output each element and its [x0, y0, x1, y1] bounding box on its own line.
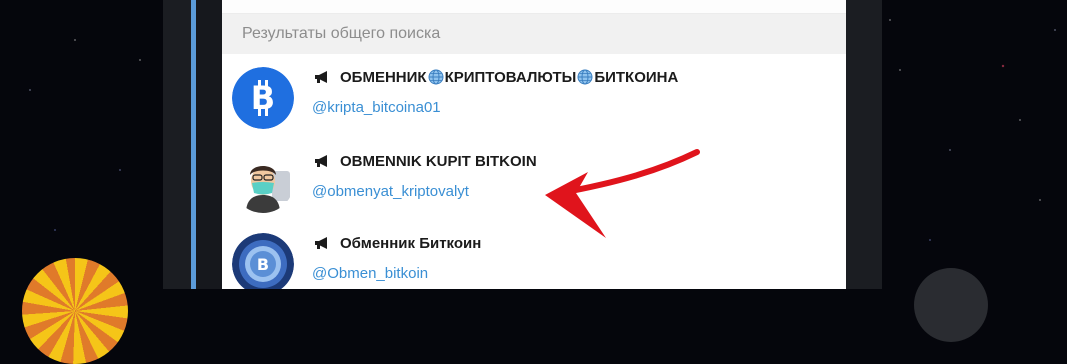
search-result-item[interactable]: B ОБМЕННИК КРИПТОВАЛЮТЫ БИТКОИНА @kripta…: [222, 56, 846, 138]
cartoon-man-avatar: [232, 151, 294, 213]
channel-handle[interactable]: @Obmen_bitkoin: [312, 265, 428, 282]
megaphone-icon: [315, 71, 327, 83]
svg-text:B: B: [251, 79, 275, 117]
svg-text:B: B: [257, 255, 269, 274]
channel-name-part: БИТКОИНА: [594, 68, 679, 86]
channel-name: ОБМЕННИК КРИПТОВАЛЮТЫ БИТКОИНА: [314, 66, 678, 88]
round-button-avatar[interactable]: [914, 268, 988, 342]
megaphone-icon: [315, 155, 327, 167]
sticker-avatar[interactable]: [22, 258, 128, 364]
channel-handle[interactable]: @kripta_bitcoina01: [312, 99, 441, 116]
search-results-panel: Результаты общего поиска B ОБМЕННИК КРИП…: [222, 0, 846, 289]
channel-name-part: ОБМЕННИК: [340, 68, 427, 86]
search-field-bottom: [222, 0, 846, 14]
channel-name-part: OBMENNIK KUPIT BITKOIN: [340, 152, 537, 170]
bitcoin-logo-avatar: B: [232, 67, 294, 129]
globe-icon: [428, 69, 444, 85]
channel-name-part: Обменник Биткоин: [340, 234, 482, 252]
left-gutter: [196, 0, 222, 289]
megaphone-icon: [315, 237, 327, 249]
channel-name: OBMENNIK KUPIT BITKOIN: [314, 150, 537, 172]
channel-name: Обменник Биткоин: [314, 232, 481, 254]
bitcoin-coin-avatar: B: [232, 233, 294, 289]
channel-handle[interactable]: @obmenyat_kriptovalyt: [312, 183, 469, 200]
right-sidebar-edge: [846, 0, 882, 289]
left-sidebar-edge: [163, 0, 191, 289]
global-search-results-header: Результаты общего поиска: [222, 14, 846, 54]
search-result-item[interactable]: B Обменник Биткоин @Obmen_bitkoin: [222, 222, 846, 289]
globe-icon: [577, 69, 593, 85]
channel-name-part: КРИПТОВАЛЮТЫ: [444, 68, 577, 86]
search-result-item[interactable]: OBMENNIK KUPIT BITKOIN @obmenyat_kriptov…: [222, 140, 846, 222]
